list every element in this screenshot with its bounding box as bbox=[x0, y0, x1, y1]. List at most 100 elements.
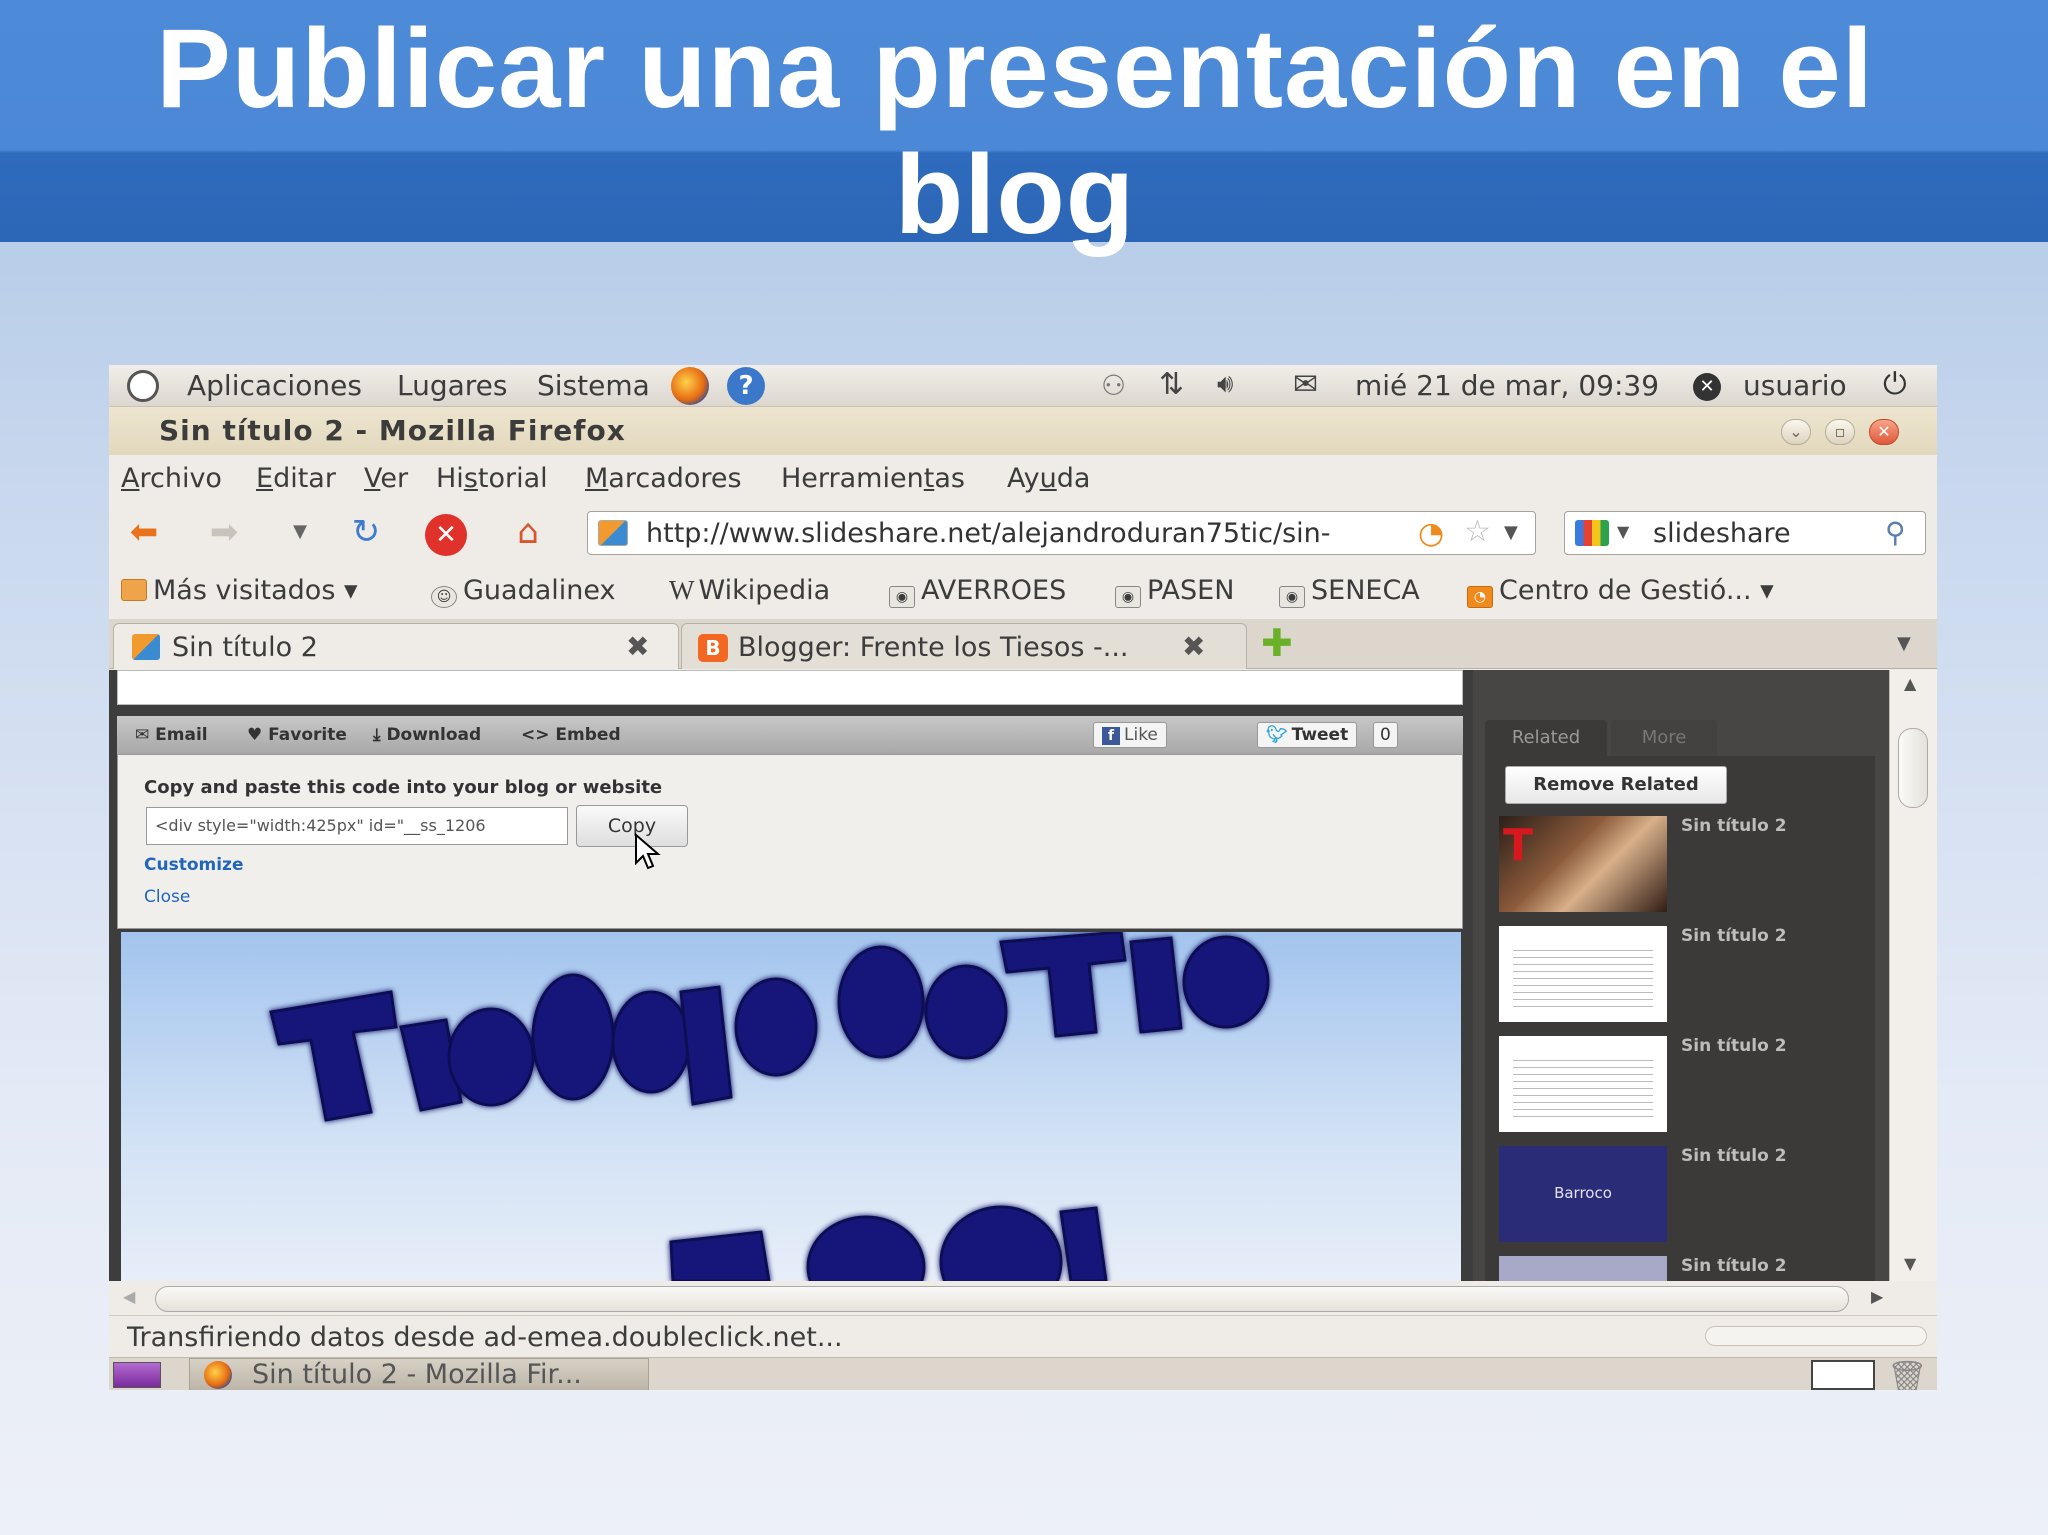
scroll-thumb[interactable] bbox=[1898, 728, 1928, 808]
favorite-button[interactable]: ♥ Favorite bbox=[247, 725, 347, 745]
embed-button[interactable]: <> Embed bbox=[521, 725, 621, 745]
volume-icon[interactable]: 🔊︎ bbox=[1217, 369, 1233, 400]
related-list: Remove Related T Sin título 2 Sin título… bbox=[1485, 756, 1875, 1281]
menu-marcadores[interactable]: Marcadores bbox=[585, 463, 742, 494]
menu-historial[interactable]: Historial bbox=[436, 463, 548, 494]
network-users-icon[interactable]: ⚇ bbox=[1101, 369, 1126, 402]
related-thumbnail[interactable] bbox=[1499, 1036, 1667, 1132]
related-thumbnail[interactable]: Barroco bbox=[1499, 1146, 1667, 1242]
menu-aplicaciones[interactable]: Aplicaciones bbox=[187, 369, 362, 403]
search-input[interactable]: slideshare bbox=[1653, 518, 1791, 549]
related-thumbnail[interactable]: T bbox=[1499, 816, 1667, 912]
tab-close-icon[interactable]: ✖ bbox=[1182, 630, 1205, 663]
url-bar[interactable]: http://www.slideshare.net/alejandroduran… bbox=[587, 511, 1536, 555]
status-text: Transfiriendo datos desde ad-emea.double… bbox=[127, 1322, 843, 1353]
tab-blogger[interactable]: B Blogger: Frente los Tiesos -... ✖ bbox=[681, 623, 1247, 669]
facebook-like-button[interactable]: f Like bbox=[1093, 722, 1167, 748]
close-link[interactable]: Close bbox=[144, 887, 190, 907]
tab-close-icon[interactable]: ✖ bbox=[626, 630, 649, 663]
bookmark-averroes[interactable]: ◉ AVERROES bbox=[889, 575, 1066, 608]
slideshare-favicon-icon bbox=[132, 634, 160, 660]
show-desktop-icon[interactable] bbox=[113, 1362, 161, 1388]
new-tab-icon[interactable]: ✚ bbox=[1261, 621, 1293, 665]
related-title[interactable]: Sin título 2 bbox=[1681, 1146, 1787, 1166]
firefox-icon bbox=[204, 1361, 232, 1389]
bookmark-seneca[interactable]: ◉ SENECA bbox=[1279, 575, 1420, 608]
tab-more[interactable]: More bbox=[1611, 720, 1717, 756]
site-favicon-icon bbox=[598, 520, 628, 546]
home-icon[interactable]: ⌂ bbox=[505, 511, 551, 553]
tab-sin-titulo[interactable]: Sin título 2 ✖ bbox=[113, 623, 679, 669]
remove-related-button[interactable]: Remove Related bbox=[1505, 766, 1727, 804]
hscroll-thumb[interactable] bbox=[155, 1286, 1849, 1312]
window-titlebar[interactable]: Sin título 2 - Mozilla Firefox ⌄ ▫ ✕ bbox=[109, 407, 1937, 455]
network-updown-icon[interactable]: ⇅ bbox=[1159, 367, 1184, 402]
history-dropdown-icon[interactable]: ▼ bbox=[277, 511, 323, 553]
minimize-icon[interactable]: ⌄ bbox=[1781, 419, 1811, 445]
menu-editar[interactable]: Editar bbox=[256, 463, 336, 494]
search-engine-icon[interactable] bbox=[1575, 520, 1609, 546]
related-title[interactable]: Sin título 2 bbox=[1681, 816, 1787, 836]
close-window-icon[interactable]: ✕ bbox=[1869, 419, 1899, 445]
menu-archivo[interactable]: Archivo bbox=[121, 463, 222, 494]
url-text[interactable]: http://www.slideshare.net/alejandroduran… bbox=[646, 518, 1331, 549]
desktop-screenshot: Aplicaciones Lugares Sistema ? ⚇ ⇅ 🔊︎ ✉ … bbox=[109, 365, 1937, 1390]
tab-related[interactable]: Related bbox=[1485, 720, 1607, 756]
menu-ver[interactable]: Ver bbox=[364, 463, 408, 494]
reload-icon[interactable]: ↻ bbox=[343, 511, 389, 553]
stop-icon[interactable]: ✕ bbox=[423, 511, 469, 556]
power-icon[interactable]: ⏻ bbox=[1883, 367, 1907, 402]
bookmark-wikipedia[interactable]: W Wikipedia bbox=[669, 575, 830, 606]
rss-icon: ◔ bbox=[1467, 586, 1493, 608]
ubuntu-logo-icon[interactable] bbox=[127, 370, 159, 402]
menu-herramientas[interactable]: Herramientas bbox=[781, 463, 965, 494]
mail-icon[interactable]: ✉ bbox=[1293, 367, 1318, 402]
trash-icon[interactable]: 🗑︎ bbox=[1887, 1358, 1928, 1390]
url-dropdown-icon[interactable]: ▼ bbox=[1504, 522, 1518, 543]
search-bar[interactable]: ▼ slideshare ⚲ bbox=[1564, 511, 1926, 555]
vertical-scrollbar[interactable]: ▲ ▼ bbox=[1889, 670, 1937, 1281]
window-title: Sin título 2 - Mozilla Firefox bbox=[159, 414, 626, 447]
search-icon[interactable]: ⚲ bbox=[1885, 516, 1906, 549]
bookmark-star-icon[interactable]: ☆ bbox=[1464, 514, 1491, 549]
embed-instruction: Copy and paste this code into your blog … bbox=[144, 777, 663, 798]
tweet-button[interactable]: 🐦︎ Tweet bbox=[1257, 722, 1358, 748]
embed-code-field[interactable]: <div style="width:425px" id="__ss_1206 bbox=[146, 807, 568, 845]
scroll-right-icon[interactable]: ▶ bbox=[1871, 1287, 1883, 1306]
share-toolbar: ✉ Email ♥ Favorite ⤓ Download <> Embed f… bbox=[117, 716, 1463, 754]
horizontal-scrollbar[interactable]: ◀ ▶ bbox=[109, 1281, 1937, 1315]
slide-viewer[interactable] bbox=[121, 932, 1461, 1281]
menu-sistema[interactable]: Sistema bbox=[537, 369, 650, 403]
firefox-launcher-icon[interactable] bbox=[671, 367, 709, 405]
search-engine-dropdown-icon[interactable]: ▼ bbox=[1617, 522, 1629, 541]
maximize-icon[interactable]: ▫ bbox=[1825, 419, 1855, 445]
copy-button[interactable]: Copy bbox=[576, 805, 688, 847]
clock[interactable]: mié 21 de mar, 09:39 bbox=[1355, 369, 1659, 403]
forward-arrow-icon[interactable]: ➡ bbox=[201, 511, 247, 553]
workspace-firefox-icon[interactable] bbox=[1811, 1360, 1875, 1390]
tab-list-icon[interactable]: ▼ bbox=[1897, 633, 1911, 654]
related-thumbnail[interactable] bbox=[1499, 926, 1667, 1022]
taskbar-firefox-window[interactable]: Sin título 2 - Mozilla Fir... bbox=[189, 1358, 649, 1390]
rss-feed-icon[interactable]: ◔ bbox=[1418, 516, 1444, 551]
download-button[interactable]: ⤓ Download bbox=[373, 725, 481, 745]
back-arrow-icon[interactable]: ⬅ bbox=[121, 511, 167, 553]
scroll-left-icon[interactable]: ◀ bbox=[123, 1287, 135, 1306]
scroll-up-icon[interactable]: ▲ bbox=[1904, 674, 1916, 693]
bookmarks-toolbar: Más visitados ▾ ☺ Guadalinex W Wikipedia ◉… bbox=[109, 565, 1937, 619]
related-title[interactable]: Sin título 2 bbox=[1681, 926, 1787, 946]
related-title[interactable]: Sin título 2 bbox=[1681, 1256, 1787, 1276]
bookmark-pasen[interactable]: ◉ PASEN bbox=[1115, 575, 1234, 608]
related-title[interactable]: Sin título 2 bbox=[1681, 1036, 1787, 1056]
help-icon[interactable]: ? bbox=[727, 367, 765, 405]
scroll-down-icon[interactable]: ▼ bbox=[1904, 1254, 1916, 1273]
user-menu[interactable]: usuario bbox=[1743, 369, 1847, 403]
related-thumbnail[interactable] bbox=[1499, 1256, 1667, 1281]
bookmark-centro-gestion[interactable]: ◔ Centro de Gestió... ▾ bbox=[1467, 575, 1774, 608]
customize-link[interactable]: Customize bbox=[144, 855, 243, 875]
bookmark-guadalinex[interactable]: ☺ Guadalinex bbox=[431, 575, 616, 608]
menu-lugares[interactable]: Lugares bbox=[397, 369, 508, 403]
menu-ayuda[interactable]: Ayuda bbox=[1007, 463, 1090, 494]
email-button[interactable]: ✉ Email bbox=[135, 725, 208, 745]
bookmark-most-visited[interactable]: Más visitados ▾ bbox=[121, 575, 358, 606]
